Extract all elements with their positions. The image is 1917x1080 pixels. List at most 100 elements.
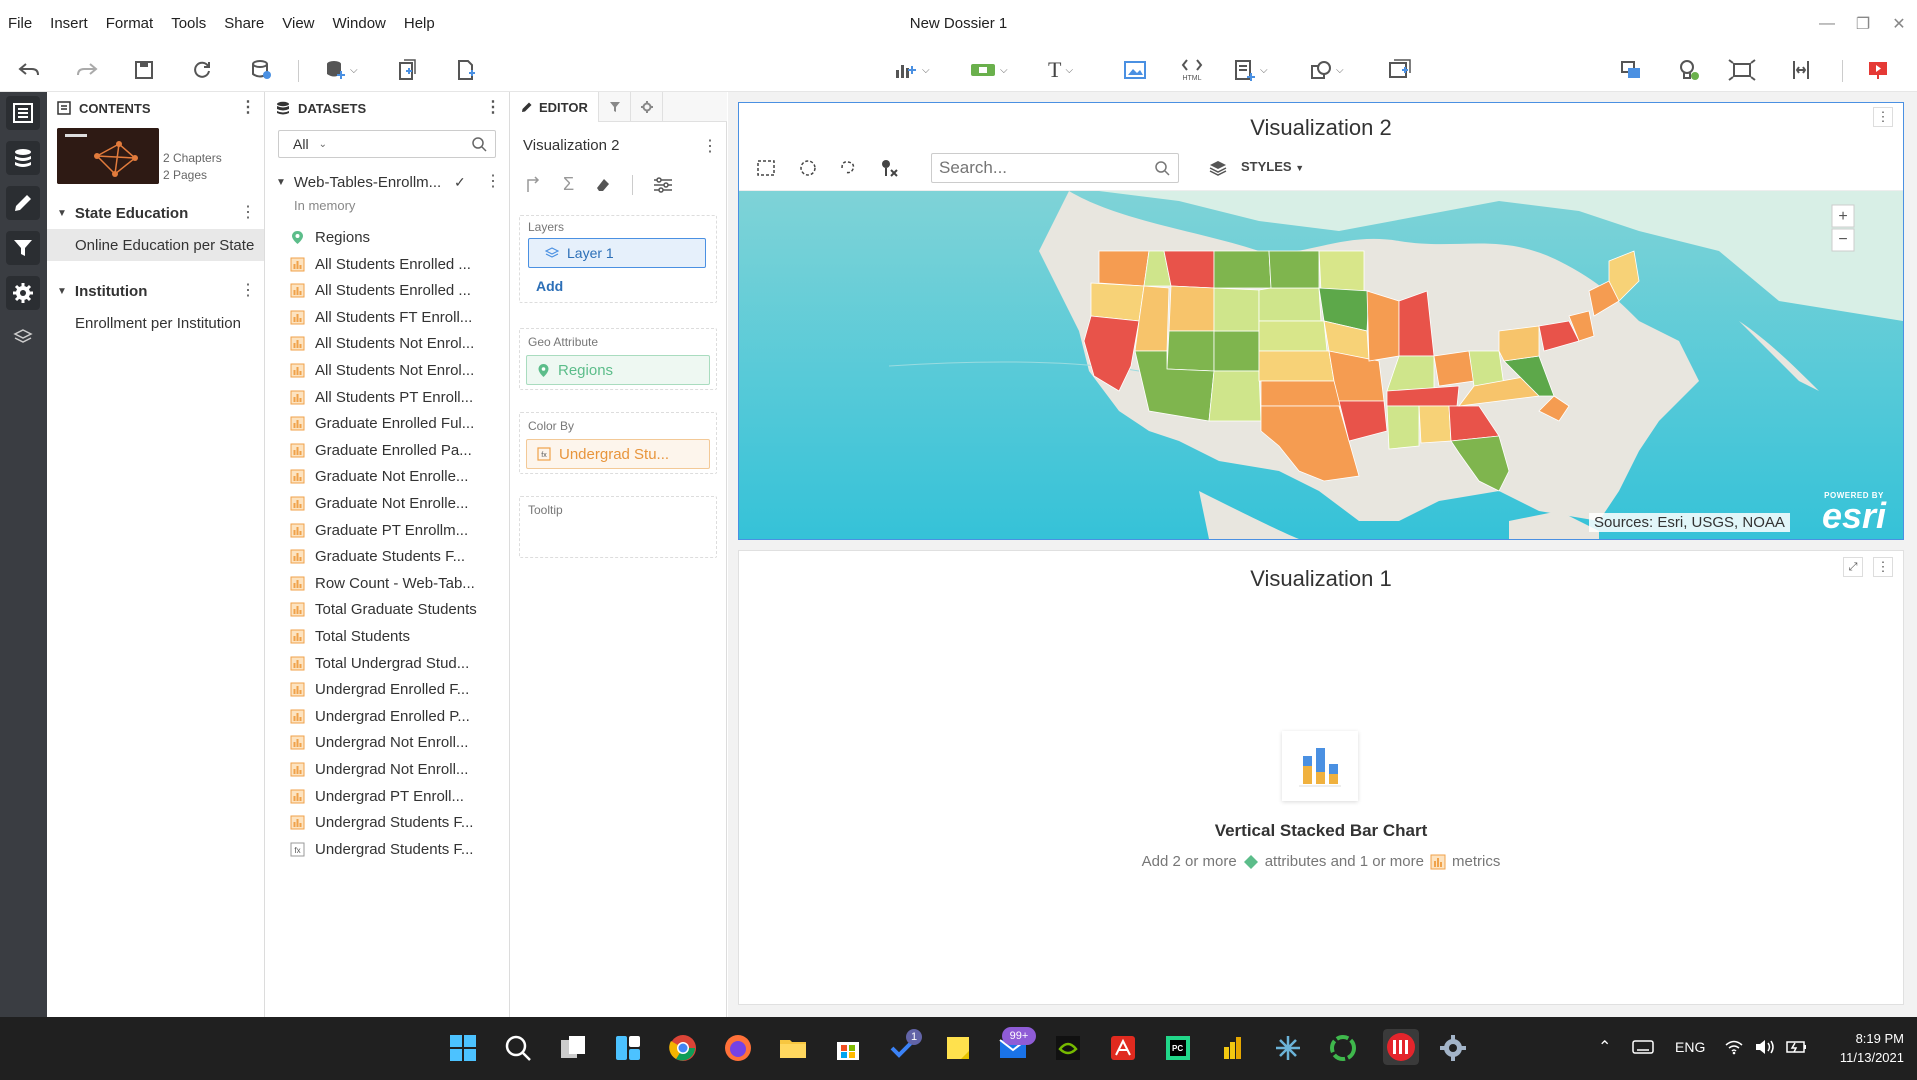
pycharm-icon[interactable]: PC — [1163, 1033, 1193, 1063]
contents-menu-icon[interactable]: ⋮ — [240, 100, 256, 116]
insert-info-window-icon[interactable] — [1388, 56, 1412, 84]
restore-icon[interactable]: ❐ — [1845, 14, 1881, 34]
datasets-icon[interactable] — [6, 141, 40, 175]
metric-item[interactable]: All Students Enrolled ... — [290, 279, 471, 303]
add-data-icon[interactable]: ⌵ — [324, 56, 358, 84]
metric-item[interactable]: Undergrad Not Enroll... — [290, 731, 468, 755]
tab-filter[interactable] — [599, 92, 631, 122]
tab-editor[interactable]: EDITOR — [511, 92, 599, 122]
power-bi-icon[interactable] — [1218, 1033, 1248, 1063]
menu-tools[interactable]: Tools — [162, 0, 215, 48]
dataset-menu-icon[interactable]: ⋮ — [485, 174, 501, 190]
datasets-menu-icon[interactable]: ⋮ — [485, 100, 501, 116]
wifi-icon[interactable] — [1724, 1039, 1744, 1055]
metric-item[interactable]: Total Students — [290, 624, 410, 648]
data-source-icon[interactable] — [250, 56, 272, 84]
chapter-institution[interactable]: ▼ Institution ⋮ — [47, 277, 264, 305]
metric-item[interactable]: Undergrad PT Enroll... — [290, 784, 464, 808]
insert-text-icon[interactable]: T ⌵ — [1048, 56, 1073, 84]
acrobat-icon[interactable] — [1108, 1033, 1138, 1063]
geo-attribute-chip[interactable]: Regions — [526, 355, 710, 385]
visualization-1-empty-chart[interactable]: Visualization 1 ⤢ ⋮ Vertical Stacked Bar… — [738, 550, 1904, 1005]
metric-item[interactable]: Undergrad Students F... — [290, 811, 473, 835]
menu-view[interactable]: View — [273, 0, 323, 48]
volume-icon[interactable] — [1754, 1039, 1776, 1055]
save-icon[interactable] — [134, 56, 154, 84]
keyboard-icon[interactable] — [1632, 1039, 1654, 1055]
refresh-icon[interactable] — [192, 56, 212, 84]
task-view-icon[interactable] — [558, 1033, 588, 1063]
insert-image-icon[interactable] — [1124, 56, 1146, 84]
zoom-out-glyph[interactable]: − — [1838, 231, 1847, 248]
microstrategy-icon[interactable] — [1383, 1029, 1419, 1065]
tableau-icon[interactable] — [1273, 1033, 1303, 1063]
chapter-menu-icon[interactable]: ⋮ — [240, 205, 256, 221]
insert-filter-icon[interactable]: ⌵ — [970, 56, 1008, 84]
filter-icon[interactable] — [6, 231, 40, 265]
map-search-input[interactable] — [931, 153, 1179, 183]
windows-start-icon[interactable] — [448, 1033, 478, 1063]
eraser-icon[interactable] — [594, 176, 612, 194]
editor-pencil-icon[interactable] — [6, 186, 40, 220]
maximize-icon[interactable]: ⤢ — [1843, 557, 1863, 577]
chrome-icon[interactable] — [668, 1033, 698, 1063]
chapter-state-education[interactable]: ▼ State Education ⋮ — [47, 199, 264, 227]
swap-axes-icon[interactable] — [525, 175, 543, 194]
filter-dropdown-value[interactable]: All — [293, 136, 309, 152]
attribute-regions[interactable]: Regions — [290, 225, 370, 249]
language-indicator[interactable]: ENG — [1675, 1039, 1705, 1055]
settings-gear-icon[interactable] — [1438, 1033, 1468, 1063]
lasso-select-icon[interactable] — [839, 159, 857, 177]
presentation-mode-icon[interactable] — [1790, 56, 1812, 84]
metric-item[interactable]: Graduate PT Enrollm... — [290, 518, 468, 542]
metric-item[interactable]: Graduate Students F... — [290, 545, 465, 569]
circle-select-icon[interactable] — [799, 159, 817, 177]
menu-format[interactable]: Format — [97, 0, 163, 48]
chapter-menu-icon[interactable]: ⋮ — [240, 283, 256, 299]
firefox-icon[interactable] — [723, 1033, 753, 1063]
new-page-icon[interactable] — [456, 56, 476, 84]
sticky-notes-icon[interactable] — [943, 1033, 973, 1063]
page-online-education-per-state[interactable]: Online Education per State — [47, 229, 264, 261]
menu-window[interactable]: Window — [324, 0, 395, 48]
widgets-icon[interactable] — [613, 1033, 643, 1063]
chevron-down-icon[interactable]: ⌄ — [319, 139, 327, 150]
nvidia-icon[interactable] — [1053, 1033, 1083, 1063]
viz2-menu-icon[interactable]: ⋮ — [1873, 107, 1893, 127]
metric-item[interactable]: Total Graduate Students — [290, 598, 477, 622]
metric-item[interactable]: Undergrad Enrolled P... — [290, 704, 470, 728]
search-icon[interactable] — [1155, 161, 1170, 176]
metric-item[interactable]: All Students Not Enrol... — [290, 358, 474, 382]
insert-html-icon[interactable]: HTML — [1178, 56, 1206, 84]
metric-item[interactable]: Graduate Not Enrolle... — [290, 465, 468, 489]
dataset-filter-search[interactable]: All ⌄ — [278, 130, 496, 158]
minimize-icon[interactable]: — — [1809, 15, 1845, 33]
metric-item[interactable]: All Students PT Enroll... — [290, 385, 473, 409]
insert-shape-icon[interactable]: ⌵ — [1310, 56, 1344, 84]
visualization-2-map[interactable]: Visualization 2 ⋮ STYLES ▼ — [738, 102, 1904, 540]
menu-help[interactable]: Help — [395, 0, 444, 48]
menu-insert[interactable]: Insert — [41, 0, 97, 48]
viz1-menu-icon[interactable]: ⋮ — [1873, 557, 1893, 577]
fit-page-icon[interactable] — [1728, 56, 1756, 84]
us-choropleth-map[interactable]: + − — [739, 191, 1903, 539]
metric-item[interactable]: fx Undergrad Students F... — [290, 837, 473, 861]
tooltip-zone[interactable]: Tooltip — [519, 496, 717, 558]
lightbulb-icon[interactable] — [1676, 56, 1700, 84]
map-styles-button[interactable]: STYLES ▼ — [1241, 159, 1304, 174]
metric-item[interactable]: Undergrad Not Enroll... — [290, 757, 468, 781]
metric-item[interactable]: Graduate Enrolled Pa... — [290, 438, 472, 462]
close-icon[interactable]: ✕ — [1881, 14, 1917, 34]
dataset-row[interactable]: ▼ Web-Tables-Enrollm... ✓ ⋮ — [266, 170, 509, 194]
insert-panel-icon[interactable]: ⌵ — [1234, 56, 1268, 84]
metric-item[interactable]: Graduate Not Enrolle... — [290, 491, 468, 515]
layer-item[interactable]: Layer 1 — [528, 238, 706, 268]
add-layer-button[interactable]: Add — [536, 278, 563, 294]
dossier-thumbnail[interactable] — [57, 128, 159, 184]
map-styles-icon[interactable] — [1209, 159, 1227, 177]
metric-item[interactable]: Row Count - Web-Tab... — [290, 571, 475, 595]
duplicate-page-icon[interactable] — [398, 56, 418, 84]
microsoft-store-icon[interactable] — [833, 1033, 863, 1063]
metric-item[interactable]: Total Undergrad Stud... — [290, 651, 469, 675]
show-hidden-icons-icon[interactable]: ⌃ — [1598, 1037, 1611, 1057]
